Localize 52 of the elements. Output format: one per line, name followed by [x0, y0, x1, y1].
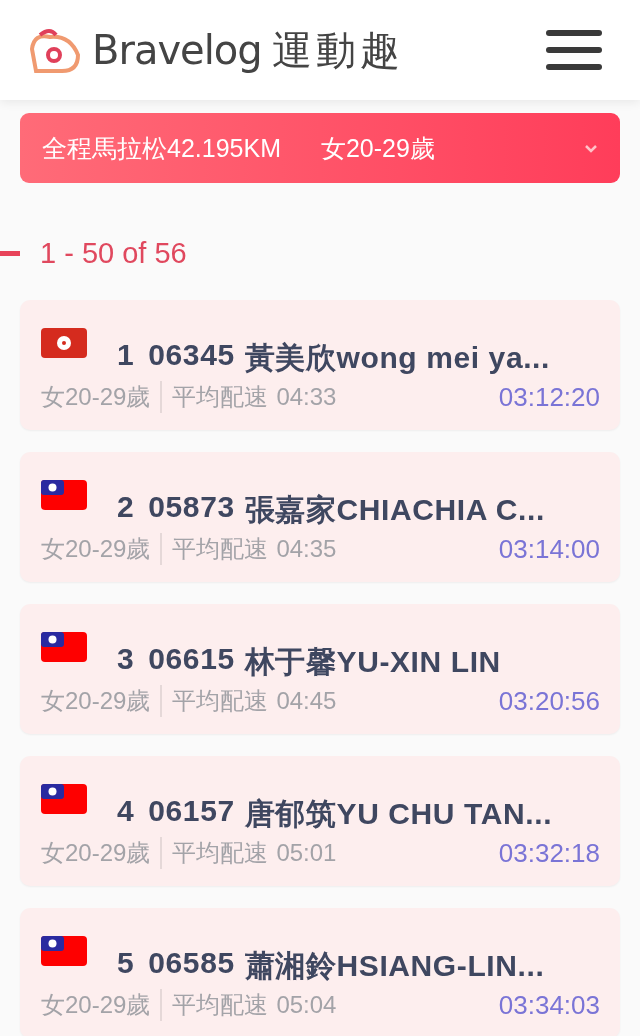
age-group: 女20-29歲	[41, 533, 151, 565]
age-group: 女20-29歲	[41, 837, 151, 869]
pace-label: 平均配速	[172, 534, 269, 564]
brand-name: Bravelog	[92, 27, 262, 73]
runner-name: 唐郁筑YU CHU TAN...	[244, 796, 553, 832]
age-group: 女20-29歲	[41, 989, 151, 1021]
brand-cjk-name: 運動趣	[271, 26, 404, 74]
rank: 2	[117, 490, 135, 525]
rank: 1	[117, 338, 135, 373]
finish-time: 03:34:03	[498, 989, 600, 1021]
rank: 5	[117, 946, 135, 981]
bib-number: 06615	[148, 642, 235, 677]
result-card[interactable]: 2 05873 張嘉家CHIACHIA C... 女20-29歲 平均配速 04:35 03:14:00	[20, 452, 620, 582]
pace-label: 平均配速	[172, 838, 269, 868]
chevron-down-icon	[584, 143, 598, 153]
pace-value: 04:35	[276, 535, 337, 563]
pace-value: 05:04	[276, 991, 337, 1019]
result-card[interactable]: 1 06345 黃美欣wong mei ya... 女20-29歲 平均配速 04:33 03:12:20	[20, 300, 620, 430]
rank: 3	[117, 642, 135, 677]
pace-value: 05:01	[276, 839, 337, 867]
flag-icon	[41, 632, 87, 662]
heart-logo-icon	[30, 27, 82, 73]
bib-number: 06157	[148, 794, 235, 829]
bib-number: 06585	[148, 946, 235, 981]
age-group: 女20-29歲	[41, 381, 151, 413]
bib-number: 05873	[148, 490, 235, 525]
accent-mark	[0, 251, 20, 256]
flag-icon	[41, 328, 87, 358]
pace-label: 平均配速	[172, 686, 269, 716]
pace-label: 平均配速	[172, 382, 269, 412]
pace-value: 04:33	[276, 383, 337, 411]
pace-label: 平均配速	[172, 990, 269, 1020]
result-card[interactable]: 5 06585 蕭湘鈴HSIANG-LIN... 女20-29歲 平均配速 05:04 03:34:03	[20, 908, 620, 1036]
flag-icon	[41, 480, 87, 510]
runner-name: 林于馨YU-XIN LIN	[244, 644, 501, 680]
finish-time: 03:32:18	[498, 837, 600, 869]
bib-number: 06345	[148, 338, 235, 373]
runner-name: 蕭湘鈴HSIANG-LIN...	[244, 948, 545, 984]
flag-icon	[41, 784, 87, 814]
menu-button[interactable]	[546, 30, 602, 70]
age-group: 女20-29歲	[41, 685, 151, 717]
result-count: 1 - 50 of 56	[40, 237, 187, 270]
flag-icon	[41, 936, 87, 966]
result-card[interactable]: 3 06615 林于馨YU-XIN LIN 女20-29歲 平均配速 04:45 03:20:56	[20, 604, 620, 734]
finish-time: 03:12:20	[498, 381, 600, 413]
runner-name: 黃美欣wong mei ya...	[244, 340, 550, 376]
result-card[interactable]: 4 06157 唐郁筑YU CHU TAN... 女20-29歲 平均配速 05:01 03:32:18	[20, 756, 620, 886]
finish-time: 03:14:00	[498, 533, 600, 565]
finish-time: 03:20:56	[498, 685, 600, 717]
rank: 4	[117, 794, 135, 829]
pace-value: 04:45	[276, 687, 337, 715]
runner-name: 張嘉家CHIACHIA C...	[244, 492, 545, 528]
